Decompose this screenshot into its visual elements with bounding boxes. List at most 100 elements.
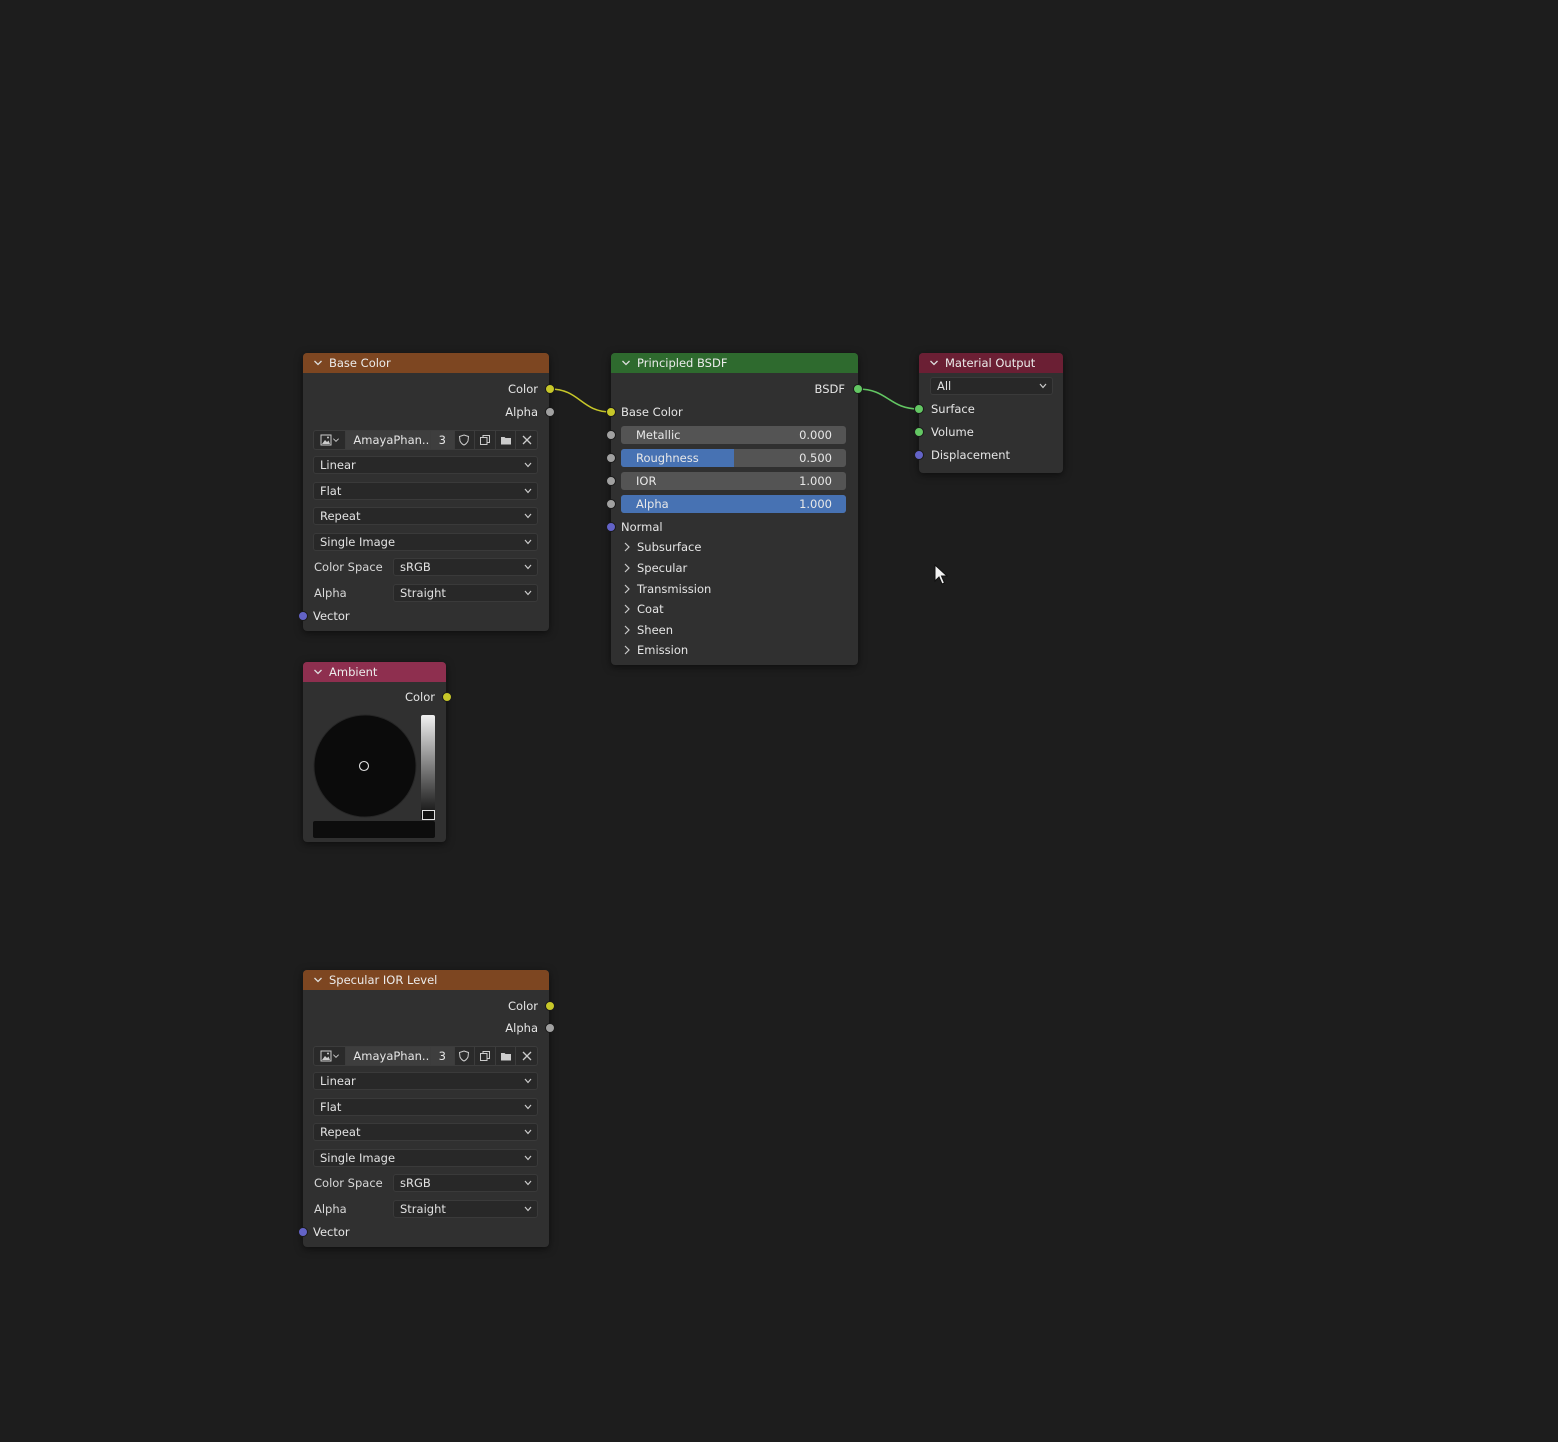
interpolation-dropdown[interactable]: Linear [313, 456, 538, 474]
chevron-down-icon [524, 1180, 532, 1186]
image-browse-button[interactable] [314, 431, 347, 449]
duplicate-button[interactable] [475, 1047, 496, 1065]
chevron-down-icon [524, 1078, 532, 1084]
output-color-socket[interactable] [442, 692, 452, 702]
output-alpha-socket[interactable] [545, 407, 555, 417]
shield-icon [459, 434, 470, 446]
folder-icon [500, 437, 511, 445]
color-space-dropdown[interactable]: sRGB [393, 1174, 538, 1192]
node-base-color[interactable]: Base Color Color Alpha AmayaPhan... 3 Li… [298, 353, 555, 631]
color-swatch[interactable] [313, 821, 435, 838]
ior-slider[interactable]: IOR 1.000 [621, 472, 846, 490]
node-material-output[interactable]: Material Output All Surface Volume Displ… [914, 353, 1063, 473]
output-color-socket[interactable] [545, 1001, 555, 1011]
chevron-down-icon [524, 1104, 532, 1110]
chevron-down-icon[interactable] [313, 975, 323, 985]
output-color-label: Color [507, 999, 538, 1013]
node-ambient[interactable]: Ambient Color [303, 662, 452, 842]
input-vector-socket[interactable] [298, 1227, 308, 1237]
fake-user-button[interactable] [455, 1047, 476, 1065]
chevron-down-icon [1039, 383, 1047, 389]
chevron-down-icon[interactable] [313, 667, 323, 677]
output-color-label: Color [404, 690, 435, 704]
node-title: Principled BSDF [637, 356, 728, 370]
slider-label: IOR [636, 474, 657, 488]
open-image-button[interactable] [496, 431, 517, 449]
fake-user-button[interactable] [455, 431, 476, 449]
image-selector[interactable]: AmayaPhan... 3 [313, 430, 538, 450]
image-icon [320, 1050, 332, 1062]
chevron-down-icon [524, 564, 532, 570]
input-surface-socket[interactable] [914, 404, 924, 414]
duplicate-icon [479, 435, 490, 445]
panel-coat[interactable]: Coat [623, 599, 664, 619]
input-surface-label: Surface [931, 402, 975, 416]
extension-dropdown[interactable]: Repeat [313, 1123, 538, 1141]
input-metallic-socket[interactable] [606, 430, 616, 440]
input-displacement-socket[interactable] [914, 450, 924, 460]
value-slider-handle[interactable] [422, 810, 435, 820]
roughness-slider[interactable]: Roughness 0.500 [621, 449, 846, 467]
unlink-image-button[interactable] [516, 431, 537, 449]
input-roughness-socket[interactable] [606, 453, 616, 463]
panel-emission[interactable]: Emission [623, 640, 688, 660]
output-bsdf-socket[interactable] [853, 384, 863, 394]
shield-icon [459, 1050, 470, 1062]
node-header[interactable]: Ambient [303, 662, 446, 682]
chevron-down-icon[interactable] [313, 358, 323, 368]
node-header[interactable]: Specular IOR Level [303, 970, 549, 990]
value-slider[interactable] [421, 715, 435, 819]
input-normal-socket[interactable] [606, 522, 616, 532]
node-specular-ior-level[interactable]: Specular IOR Level Color Alpha AmayaPhan… [298, 970, 555, 1247]
image-name-field[interactable]: AmayaPhan... [346, 431, 431, 449]
chevron-down-icon[interactable] [929, 358, 939, 368]
chevron-right-icon [624, 542, 630, 552]
folder-icon [500, 1053, 511, 1061]
interpolation-dropdown[interactable]: Linear [313, 1072, 538, 1090]
image-user-count[interactable]: 3 [430, 1047, 455, 1065]
node-header[interactable]: Principled BSDF [611, 353, 858, 373]
image-browse-button[interactable] [314, 1047, 347, 1065]
open-image-button[interactable] [496, 1047, 517, 1065]
source-dropdown[interactable]: Single Image [313, 1149, 538, 1167]
slider-label: Roughness [636, 451, 699, 465]
extension-dropdown[interactable]: Repeat [313, 507, 538, 525]
input-vector-socket[interactable] [298, 611, 308, 621]
target-dropdown[interactable]: All [930, 377, 1053, 395]
metallic-slider[interactable]: Metallic 0.000 [621, 426, 846, 444]
image-name-field[interactable]: AmayaPhan... [346, 1047, 431, 1065]
input-alpha-socket[interactable] [606, 499, 616, 509]
chevron-down-icon[interactable] [621, 358, 631, 368]
color-wheel[interactable] [313, 714, 417, 818]
chevron-right-icon [624, 563, 630, 573]
node-header[interactable]: Material Output [919, 353, 1063, 373]
duplicate-button[interactable] [475, 431, 496, 449]
close-icon [522, 1051, 532, 1061]
slider-value: 1.000 [799, 474, 832, 488]
output-alpha-label: Alpha [505, 1021, 538, 1035]
alpha-mode-dropdown[interactable]: Straight [393, 1200, 538, 1218]
node-principled-bsdf[interactable]: Principled BSDF BSDF Base Color Metallic… [606, 353, 863, 665]
output-alpha-label: Alpha [505, 405, 538, 419]
input-ior-socket[interactable] [606, 476, 616, 486]
source-dropdown[interactable]: Single Image [313, 533, 538, 551]
output-alpha-socket[interactable] [545, 1023, 555, 1033]
input-base-color-socket[interactable] [606, 407, 616, 417]
panel-transmission[interactable]: Transmission [623, 579, 711, 599]
unlink-image-button[interactable] [516, 1047, 537, 1065]
alpha-mode-dropdown[interactable]: Straight [393, 584, 538, 602]
image-user-count[interactable]: 3 [430, 431, 455, 449]
output-color-socket[interactable] [545, 384, 555, 394]
chevron-down-icon [524, 590, 532, 596]
node-title: Base Color [329, 356, 391, 370]
image-selector[interactable]: AmayaPhan... 3 [313, 1046, 538, 1066]
input-volume-socket[interactable] [914, 427, 924, 437]
projection-dropdown[interactable]: Flat [313, 482, 538, 500]
color-space-dropdown[interactable]: sRGB [393, 558, 538, 576]
node-header[interactable]: Base Color [303, 353, 549, 373]
alpha-slider[interactable]: Alpha 1.000 [621, 495, 846, 513]
projection-dropdown[interactable]: Flat [313, 1098, 538, 1116]
panel-subsurface[interactable]: Subsurface [623, 537, 701, 557]
panel-specular[interactable]: Specular [623, 558, 687, 578]
panel-sheen[interactable]: Sheen [623, 620, 673, 640]
